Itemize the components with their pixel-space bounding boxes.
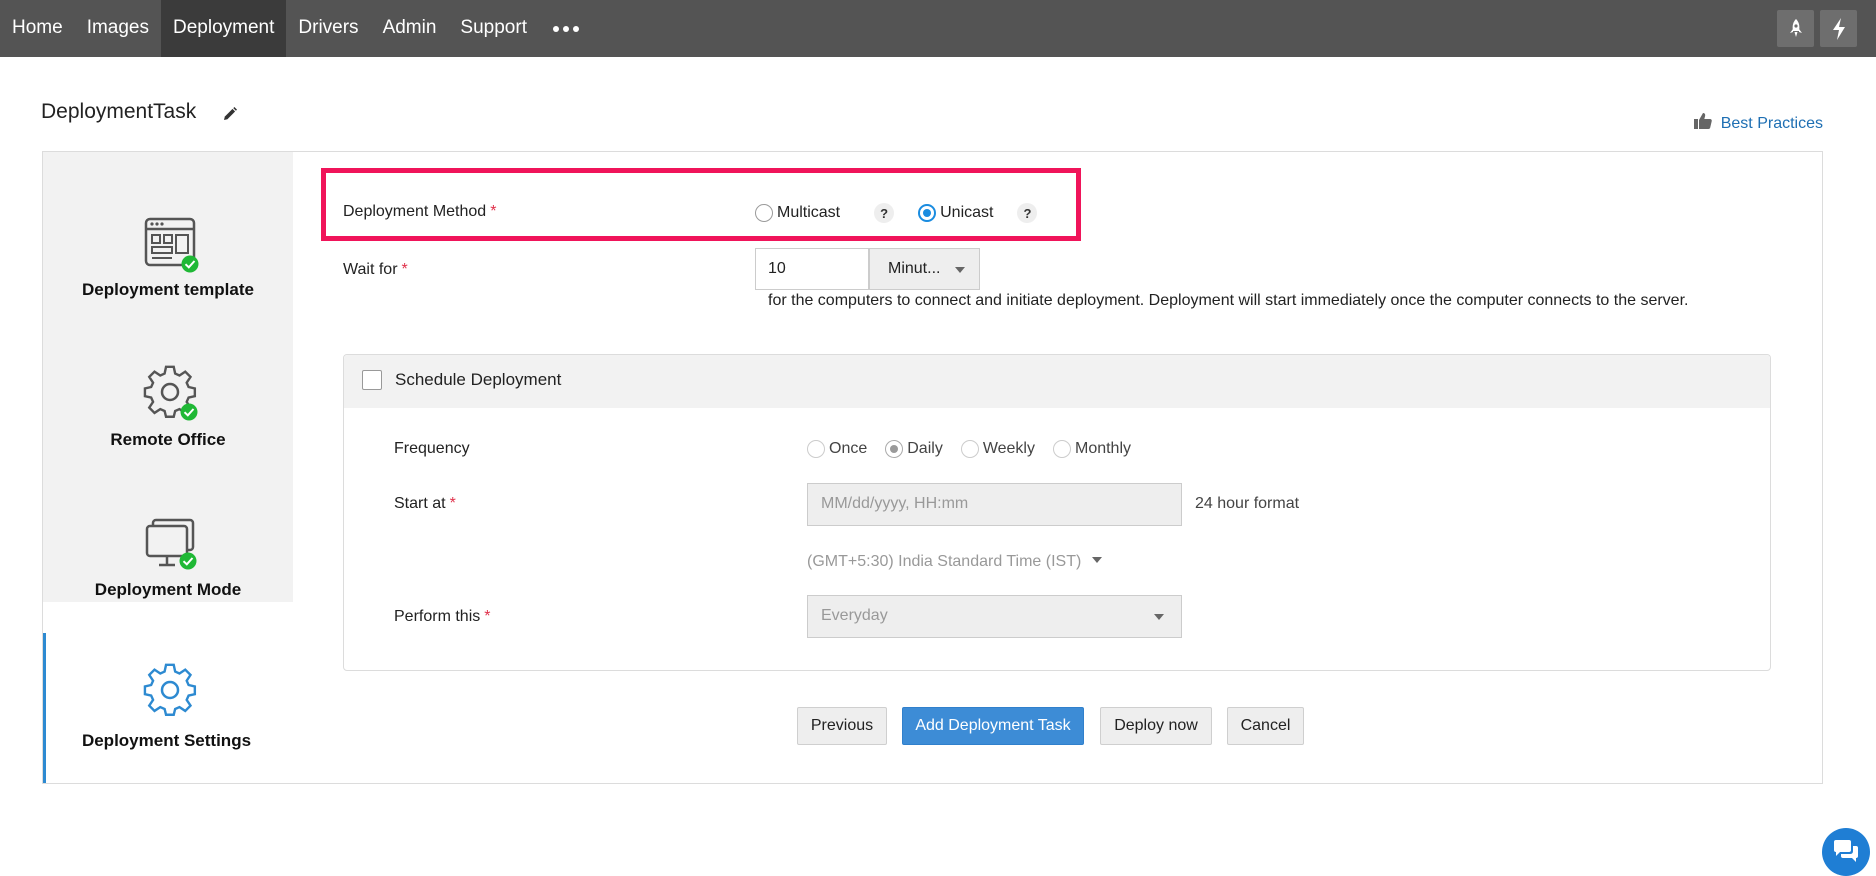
- nav-home[interactable]: Home: [0, 0, 75, 57]
- best-practices-label: Best Practices: [1720, 114, 1823, 132]
- lightning-icon[interactable]: [1820, 10, 1857, 47]
- wait-help-text: for the computers to connect and initiat…: [768, 292, 1689, 309]
- frequency-weekly-radio: [960, 440, 979, 458]
- timezone-select: (GMT+5:30) India Standard Time (IST): [807, 553, 1102, 571]
- schedule-deployment-label[interactable]: Schedule Deployment: [395, 370, 561, 390]
- nav-admin[interactable]: Admin: [371, 0, 449, 57]
- frequency-once-label: Once: [829, 440, 868, 457]
- frequency-monthly-label: Monthly: [1074, 440, 1132, 457]
- deployment-method-options: Multicast ? Unicast ?: [755, 203, 1038, 223]
- perform-this-label: Perform this *: [394, 608, 491, 625]
- step-deployment-template[interactable]: Deployment template: [43, 152, 293, 302]
- monitor-icon: [145, 518, 199, 572]
- chevron-down-icon: [1154, 614, 1164, 620]
- frequency-label: Frequency: [394, 440, 470, 457]
- cancel-button[interactable]: Cancel: [1227, 707, 1304, 745]
- gear-icon: [143, 663, 197, 717]
- best-practices-link[interactable]: Best Practices: [1693, 112, 1823, 135]
- wait-for-label: Wait for *: [343, 261, 408, 278]
- chevron-down-icon: [955, 267, 965, 273]
- perform-this-select: Everyday: [807, 595, 1182, 638]
- wait-unit-select[interactable]: Minut...: [869, 248, 980, 290]
- format-note: 24 hour format: [1195, 495, 1300, 512]
- frequency-monthly-radio: [1052, 440, 1071, 458]
- nav-support[interactable]: Support: [448, 0, 539, 57]
- deploy-now-button[interactable]: Deploy now: [1100, 707, 1212, 745]
- multicast-help-icon[interactable]: ?: [874, 203, 895, 223]
- check-badge-icon: [181, 255, 199, 278]
- step-label: Deployment Settings: [81, 731, 252, 750]
- thumbs-up-icon: [1693, 112, 1713, 135]
- rocket-icon[interactable]: [1777, 10, 1814, 47]
- step-deployment-mode[interactable]: Deployment Mode: [43, 452, 293, 602]
- wizard-steps: Deployment template Remote Office Deploy…: [43, 152, 293, 783]
- unicast-help-icon[interactable]: ?: [1017, 203, 1038, 223]
- page-title: DeploymentTask: [41, 100, 197, 123]
- check-badge-icon: [180, 403, 198, 426]
- check-badge-icon: [179, 552, 197, 575]
- step-remote-office[interactable]: Remote Office: [43, 302, 293, 452]
- frequency-options: Once Daily Weekly Monthly: [807, 440, 1131, 458]
- step-label: Remote Office: [110, 430, 226, 449]
- nav-images[interactable]: Images: [75, 0, 161, 57]
- main-nav: Home Images Deployment Drivers Admin Sup…: [0, 0, 593, 57]
- frequency-daily-label: Daily: [907, 440, 943, 457]
- frequency-daily-radio: [885, 440, 904, 458]
- start-at-label: Start at *: [394, 495, 456, 512]
- wait-value-input[interactable]: [755, 248, 869, 290]
- nav-deployment[interactable]: Deployment: [161, 0, 287, 57]
- unicast-radio[interactable]: [918, 204, 937, 222]
- chevron-down-icon: [1091, 557, 1102, 563]
- start-at-input: MM/dd/yyyy, HH:mm: [807, 483, 1182, 526]
- step-label: Deployment template: [82, 280, 254, 299]
- schedule-deployment-panel: Schedule Deployment Frequency Once Daily…: [343, 354, 1771, 671]
- previous-button[interactable]: Previous: [797, 707, 887, 745]
- deployment-method-label: Deployment Method *: [343, 203, 497, 220]
- step-label: Deployment Mode: [94, 580, 242, 599]
- schedule-deployment-checkbox[interactable]: [362, 370, 382, 390]
- step-deployment-settings[interactable]: Deployment Settings: [43, 633, 293, 783]
- frequency-weekly-label: Weekly: [982, 440, 1035, 457]
- pencil-icon[interactable]: [222, 106, 238, 127]
- nav-drivers[interactable]: Drivers: [286, 0, 370, 57]
- chat-icon[interactable]: [1822, 828, 1870, 876]
- gear-icon: [143, 365, 198, 421]
- unicast-label[interactable]: Unicast: [940, 204, 993, 222]
- schedule-header: Schedule Deployment: [344, 355, 1770, 408]
- multicast-label[interactable]: Multicast: [777, 204, 840, 222]
- more-horizontal-icon[interactable]: [539, 0, 593, 57]
- top-nav-bar: Home Images Deployment Drivers Admin Sup…: [0, 0, 1876, 57]
- template-icon: [143, 215, 199, 273]
- multicast-radio[interactable]: [755, 204, 773, 222]
- wait-unit-value: Minut...: [888, 260, 941, 277]
- add-deployment-task-button[interactable]: Add Deployment Task: [902, 707, 1084, 745]
- frequency-once-radio: [807, 440, 825, 458]
